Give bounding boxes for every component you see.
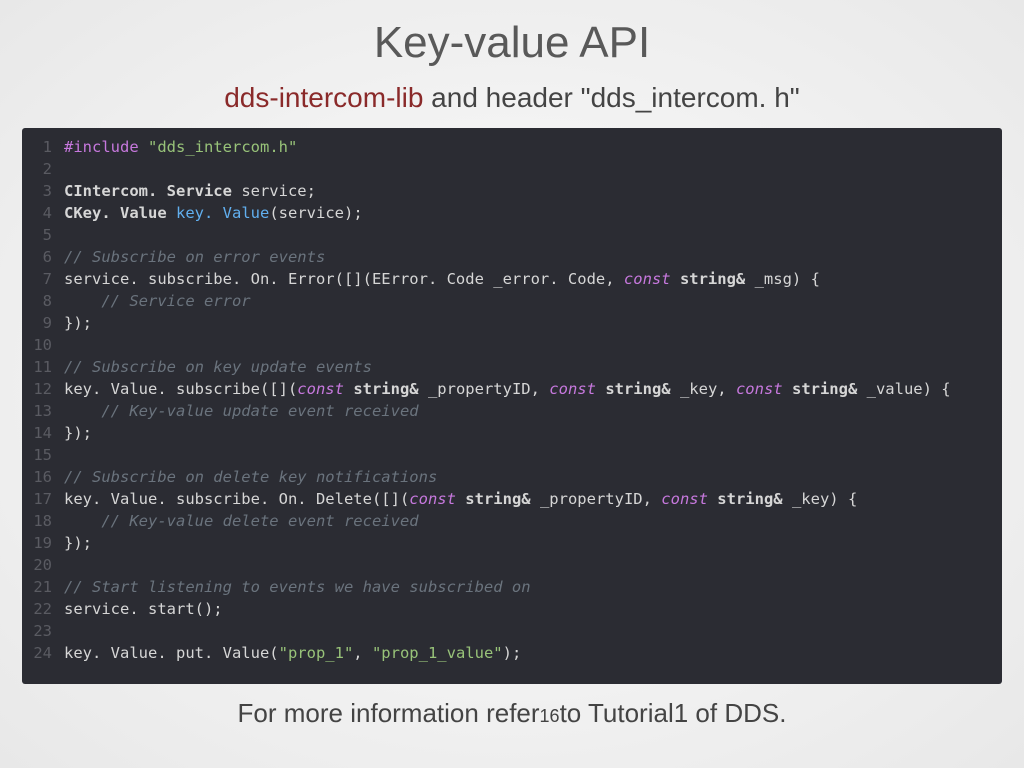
page-number: 16: [540, 706, 560, 726]
line-number: 23: [22, 620, 64, 642]
code-content: key. Value. subscribe. On. Delete([](con…: [64, 488, 857, 510]
code-content: [64, 554, 73, 576]
code-line: 19});: [22, 532, 1002, 554]
code-content: service. subscribe. On. Error([](EError.…: [64, 268, 820, 290]
code-line: 7service. subscribe. On. Error([](EError…: [22, 268, 1002, 290]
code-line: 13 // Key-value update event received: [22, 400, 1002, 422]
code-content: // Subscribe on delete key notifications: [64, 466, 437, 488]
code-content: [64, 158, 73, 180]
code-content: #include "dds_intercom.h": [64, 136, 297, 158]
line-number: 3: [22, 180, 64, 202]
code-line: 18 // Key-value delete event received: [22, 510, 1002, 532]
line-number: 5: [22, 224, 64, 246]
code-content: // Key-value delete event received: [64, 510, 419, 532]
line-number: 1: [22, 136, 64, 158]
code-content: });: [64, 532, 92, 554]
code-line: 9});: [22, 312, 1002, 334]
line-number: 6: [22, 246, 64, 268]
code-line: 8 // Service error: [22, 290, 1002, 312]
line-number: 21: [22, 576, 64, 598]
code-content: CKey. Value key. Value(service);: [64, 202, 363, 224]
line-number: 7: [22, 268, 64, 290]
code-line: 15: [22, 444, 1002, 466]
line-number: 18: [22, 510, 64, 532]
line-number: 24: [22, 642, 64, 664]
code-line: 10: [22, 334, 1002, 356]
line-number: 2: [22, 158, 64, 180]
code-line: 11// Subscribe on key update events: [22, 356, 1002, 378]
code-content: // Service error: [64, 290, 251, 312]
line-number: 9: [22, 312, 64, 334]
code-line: 24key. Value. put. Value("prop_1", "prop…: [22, 642, 1002, 664]
code-content: CIntercom. Service service;: [64, 180, 316, 202]
line-number: 14: [22, 422, 64, 444]
code-content: // Subscribe on error events: [64, 246, 325, 268]
code-line: 1#include "dds_intercom.h": [22, 136, 1002, 158]
code-line: 4CKey. Value key. Value(service);: [22, 202, 1002, 224]
code-block: 1#include "dds_intercom.h"2 3CIntercom. …: [22, 128, 1002, 684]
line-number: 12: [22, 378, 64, 400]
line-number: 22: [22, 598, 64, 620]
code-line: 16// Subscribe on delete key notificatio…: [22, 466, 1002, 488]
code-line: 23: [22, 620, 1002, 642]
footer-pre: For more information refer: [238, 698, 540, 728]
code-line: 12key. Value. subscribe([](const string&…: [22, 378, 1002, 400]
line-number: 10: [22, 334, 64, 356]
line-number: 15: [22, 444, 64, 466]
code-content: });: [64, 312, 92, 334]
line-number: 17: [22, 488, 64, 510]
code-line: 5: [22, 224, 1002, 246]
code-content: // Start listening to events we have sub…: [64, 576, 531, 598]
code-line: 20: [22, 554, 1002, 576]
code-content: // Subscribe on key update events: [64, 356, 372, 378]
line-number: 13: [22, 400, 64, 422]
code-line: 3CIntercom. Service service;: [22, 180, 1002, 202]
line-number: 19: [22, 532, 64, 554]
code-content: service. start();: [64, 598, 223, 620]
code-content: });: [64, 422, 92, 444]
line-number: 16: [22, 466, 64, 488]
subtitle-rest: and header "dds_intercom. h": [423, 82, 799, 113]
code-content: [64, 620, 73, 642]
code-line: 14});: [22, 422, 1002, 444]
line-number: 11: [22, 356, 64, 378]
slide-title: Key-value API: [0, 0, 1024, 68]
code-line: 2: [22, 158, 1002, 180]
line-number: 4: [22, 202, 64, 224]
code-content: key. Value. subscribe([](const string& _…: [64, 378, 951, 400]
code-line: 17key. Value. subscribe. On. Delete([](c…: [22, 488, 1002, 510]
footer-post: to Tutorial1 of DDS.: [560, 698, 787, 728]
code-line: 21// Start listening to events we have s…: [22, 576, 1002, 598]
code-content: [64, 224, 73, 246]
code-content: key. Value. put. Value("prop_1", "prop_1…: [64, 642, 521, 664]
code-content: [64, 444, 73, 466]
line-number: 8: [22, 290, 64, 312]
line-number: 20: [22, 554, 64, 576]
slide-subtitle: dds-intercom-lib and header "dds_interco…: [0, 82, 1024, 114]
footer-text: For more information refer16to Tutorial1…: [0, 698, 1024, 729]
lib-name: dds-intercom-lib: [224, 82, 423, 113]
code-content: [64, 334, 73, 356]
code-line: 22service. start();: [22, 598, 1002, 620]
code-line: 6// Subscribe on error events: [22, 246, 1002, 268]
code-content: // Key-value update event received: [64, 400, 419, 422]
